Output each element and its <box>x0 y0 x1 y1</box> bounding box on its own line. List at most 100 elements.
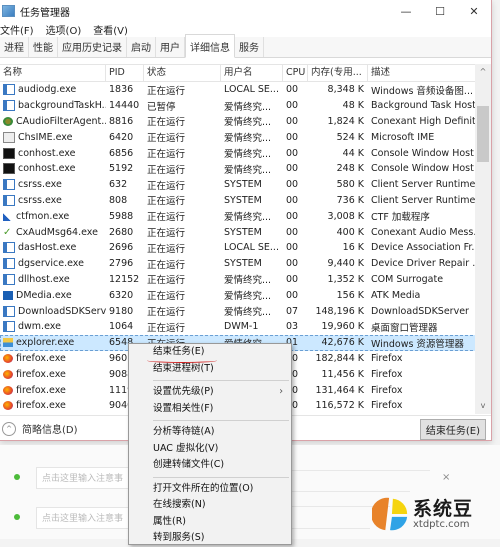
table-row[interactable]: conhost.exe 5192 正在运行 爱情终究... 00 248 K Console… <box>0 161 483 177</box>
process-user: 爱情终究... <box>224 101 272 113</box>
process-name: dllhost.exe <box>0 273 106 285</box>
vertical-scrollbar[interactable]: ^ v <box>475 64 491 414</box>
process-status: 正在运行 <box>147 259 186 271</box>
context-menu-item[interactable]: 属性(R) <box>129 514 291 531</box>
process-memory: 44 K <box>342 147 364 159</box>
table-row[interactable]: dllhost.exe 12152 正在运行 爱情终究... 00 1,352 K COM … <box>0 272 483 288</box>
process-app-icon <box>3 242 15 254</box>
table-row[interactable]: dwm.exe 1064 正在运行 DWM-1 03 19,960 K 桌面窗口管理器 <box>0 319 483 335</box>
table-row[interactable]: csrss.exe 632 正在运行 SYSTEM 00 580 K Client Serv… <box>0 177 483 193</box>
close-icon[interactable]: × <box>442 472 450 483</box>
table-row[interactable]: conhost.exe 6856 正在运行 爱情终究... 00 44 K Console … <box>0 145 483 161</box>
process-user: 爱情终究... <box>224 275 272 287</box>
process-pid: 1064 <box>109 321 134 333</box>
process-name-text: CxAudMsg64.exe <box>16 226 98 238</box>
process-name-text: conhost.exe <box>18 147 76 159</box>
context-menu-item[interactable]: 创建转储文件(C) <box>129 457 291 474</box>
tab-processes[interactable]: 进程 <box>0 37 29 57</box>
col-header-status[interactable]: 状态 <box>144 65 221 81</box>
watermark-logo: 系统豆 xtdptc.com <box>372 495 473 533</box>
divider <box>290 491 410 492</box>
table-row[interactable]: audiodg.exe 1836 正在运行 LOCAL SE... 00 8,348 K W… <box>0 82 483 98</box>
context-menu-item[interactable]: 打开文件所在的位置(O) <box>129 481 291 498</box>
process-gear-icon <box>3 116 13 126</box>
process-description: Firefox <box>371 352 403 364</box>
process-app-icon <box>3 100 15 112</box>
context-menu-item[interactable]: 结束进程树(T) <box>129 361 291 378</box>
process-user: 爱情终究... <box>224 117 272 129</box>
minimize-button[interactable]: — <box>389 0 423 22</box>
process-status: 正在运行 <box>147 322 186 334</box>
process-cpu: 07 <box>286 305 299 317</box>
process-name-text: dgservice.exe <box>18 258 84 270</box>
table-row[interactable]: ✓ CxAudMsg64.exe 2680 正在运行 SYSTEM 00 400 K Cone… <box>0 224 483 240</box>
context-menu-item[interactable]: 设置优先级(P) › <box>129 384 291 401</box>
process-app-icon <box>3 194 15 206</box>
col-header-memory[interactable]: 内存(专用... <box>308 65 368 81</box>
tab-startup[interactable]: 启动 <box>127 37 156 57</box>
process-name: dasHost.exe <box>0 242 106 254</box>
table-row[interactable]: DMedia.exe 6320 正在运行 爱情终究... 00 156 K ATK Medi… <box>0 287 483 303</box>
menu-options[interactable]: 选项(O) <box>46 22 82 37</box>
divider <box>290 470 430 471</box>
close-button[interactable]: ✕ <box>457 0 491 22</box>
tab-users[interactable]: 用户 <box>156 37 185 57</box>
tab-app-history[interactable]: 应用历史记录 <box>58 37 127 57</box>
menu-separator <box>153 476 289 478</box>
context-menu-item[interactable]: 在线搜索(N) <box>129 497 291 514</box>
table-row[interactable]: dgservice.exe 2796 正在运行 SYSTEM 00 9,440 K Devi… <box>0 256 483 272</box>
table-row[interactable]: ctfmon.exe 5988 正在运行 爱情终究... 00 3,008 K CTF 加载… <box>0 208 483 224</box>
tab-details[interactable]: 详细信息 <box>185 34 235 58</box>
process-status: 正在运行 <box>147 133 186 145</box>
process-memory: 148,196 K <box>315 305 364 317</box>
process-description: Firefox <box>371 400 403 412</box>
table-row[interactable]: ChsIME.exe 6420 正在运行 爱情终究... 00 524 K Microsof… <box>0 129 483 145</box>
col-header-description[interactable]: 描述 <box>368 65 483 81</box>
tab-services[interactable]: 服务 <box>235 37 264 57</box>
process-memory: 48 K <box>342 100 364 112</box>
menu-item-label: UAC 虚拟化(V) <box>153 442 219 454</box>
note-input[interactable]: 点击这里输入注意事 <box>36 507 136 529</box>
context-menu-item[interactable]: UAC 虚拟化(V) <box>129 441 291 458</box>
process-name-text: firefox.exe <box>16 400 66 412</box>
status-dot-icon <box>14 474 20 480</box>
scroll-down-icon[interactable]: v <box>475 398 491 414</box>
process-cpu: 00 <box>286 179 299 191</box>
process-name-text: backgroundTaskH... <box>18 100 106 112</box>
context-menu-item[interactable]: 结束任务(E) <box>129 344 291 363</box>
col-header-pid[interactable]: PID <box>106 65 144 81</box>
table-row[interactable]: csrss.exe 808 正在运行 SYSTEM 00 736 K Client Serv… <box>0 193 483 209</box>
process-description: Device Driver Repair ... <box>371 258 482 270</box>
process-pid: 5192 <box>109 163 134 175</box>
note-input[interactable]: 点击这里输入注意事 <box>36 467 136 489</box>
process-name-text: conhost.exe <box>18 163 76 175</box>
table-row[interactable]: backgroundTaskH... 14440 已暂停 爱情终究... 00 48 K B… <box>0 98 483 114</box>
menu-item-label: 转到服务(S) <box>153 532 205 543</box>
process-description: Firefox <box>371 384 403 396</box>
menu-file[interactable]: 文件(F) <box>0 22 34 37</box>
col-header-cpu[interactable]: CPU <box>283 65 308 81</box>
context-menu-item[interactable]: 分析等待链(A) <box>129 424 291 441</box>
maximize-button[interactable]: ☐ <box>423 0 457 22</box>
context-menu-item[interactable]: 转到服务(S) <box>129 530 291 547</box>
table-row[interactable]: dasHost.exe 2696 正在运行 LOCAL SE... 00 16 K Devi… <box>0 240 483 256</box>
fewer-details-toggle[interactable]: ^ 简略信息(D) <box>2 421 78 436</box>
process-memory: 182,844 K <box>315 352 364 364</box>
process-pid: 12152 <box>109 273 140 285</box>
table-row[interactable]: CAudioFilterAgent... 8816 正在运行 爱情终究... 00 1,8… <box>0 114 483 130</box>
scroll-up-icon[interactable]: ^ <box>475 64 491 80</box>
col-header-name[interactable]: 名称 <box>0 65 106 81</box>
tab-performance[interactable]: 性能 <box>29 37 58 57</box>
process-memory: 1,824 K <box>327 115 364 127</box>
scroll-thumb[interactable] <box>477 106 489 162</box>
process-name-text: ctfmon.exe <box>16 210 70 222</box>
process-name: ✓ CxAudMsg64.exe <box>0 227 106 238</box>
menu-view[interactable]: 查看(V) <box>93 22 128 37</box>
context-menu-item[interactable]: 设置相关性(F) <box>129 401 291 418</box>
col-header-user[interactable]: 用户名 <box>221 65 283 81</box>
table-row[interactable]: DownloadSDKServ... 9180 正在运行 爱情终究... 07 148,1… <box>0 303 483 319</box>
end-task-button[interactable]: 结束任务(E) <box>419 419 486 440</box>
logo-icon <box>372 497 408 531</box>
process-pid: 9180 <box>109 305 134 317</box>
process-cpu: 00 <box>286 115 299 127</box>
